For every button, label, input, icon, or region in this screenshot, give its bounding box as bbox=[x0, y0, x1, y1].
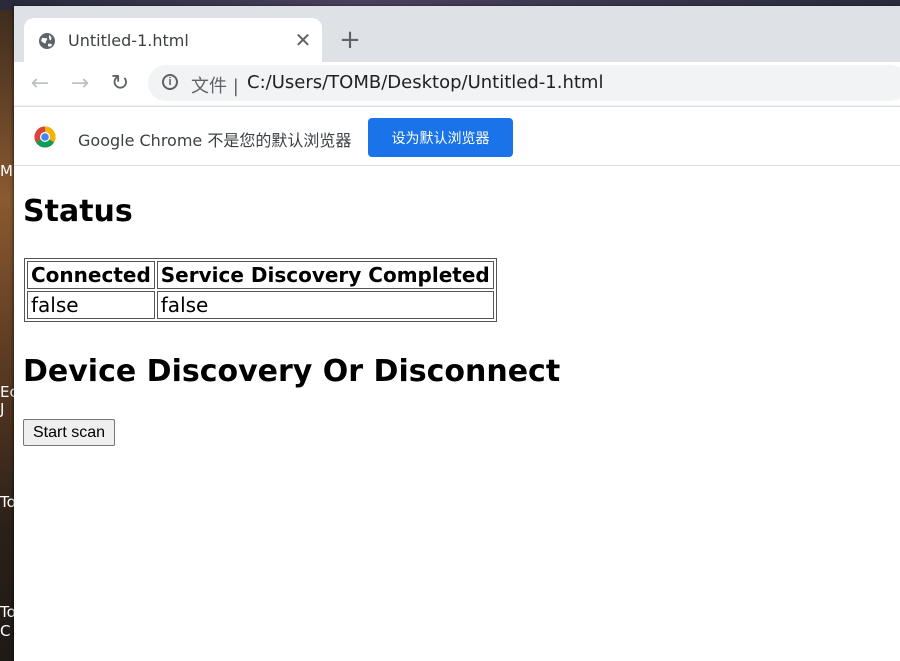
address-bar[interactable]: i 文件 | C:/Users/TOMB/Desktop/Untitled-1.… bbox=[148, 65, 900, 101]
address-scheme-chip[interactable]: 文件 | bbox=[191, 72, 239, 98]
chrome-logo-icon bbox=[34, 126, 56, 148]
tab-title: Untitled-1.html bbox=[68, 31, 189, 50]
forward-arrow-icon[interactable]: → bbox=[66, 70, 94, 98]
tab-strip: Untitled-1.html ✕ + bbox=[14, 6, 900, 62]
info-icon[interactable]: i bbox=[162, 74, 178, 90]
back-arrow-icon[interactable]: ← bbox=[26, 70, 54, 98]
close-icon[interactable]: ✕ bbox=[292, 29, 314, 51]
infobar-message: Google Chrome 不是您的默认浏览器 bbox=[78, 131, 352, 150]
desktop-icon-label[interactable]: J bbox=[0, 400, 14, 418]
globe-icon bbox=[38, 32, 56, 50]
desktop-icon-label[interactable]: To bbox=[0, 493, 14, 511]
desktop-icon-label[interactable]: M bbox=[0, 162, 14, 180]
column-header-connected: Connected bbox=[27, 261, 155, 289]
default-browser-infobar: Google Chrome 不是您的默认浏览器 设为默认浏览器 bbox=[14, 106, 900, 166]
column-header-service-discovery: Service Discovery Completed bbox=[156, 261, 494, 289]
tab-untitled[interactable]: Untitled-1.html ✕ bbox=[24, 18, 322, 62]
status-table: Connected Service Discovery Completed fa… bbox=[24, 258, 497, 322]
table-header-row: Connected Service Discovery Completed bbox=[27, 261, 494, 289]
new-tab-button[interactable]: + bbox=[336, 26, 364, 54]
desktop-icon-label[interactable]: To bbox=[0, 603, 14, 621]
address-url[interactable]: C:/Users/TOMB/Desktop/Untitled-1.html bbox=[247, 72, 603, 93]
page-content: Status Connected Service Discovery Compl… bbox=[14, 166, 900, 661]
browser-window: Untitled-1.html ✕ + ← → ↻ i 文件 | C:/User… bbox=[14, 6, 900, 661]
desktop-icon-label[interactable]: Ec bbox=[0, 383, 14, 401]
desktop-icon-label[interactable]: C bbox=[0, 622, 14, 640]
desktop-background bbox=[0, 0, 14, 661]
service-discovery-value: false bbox=[156, 291, 494, 319]
set-default-browser-button[interactable]: 设为默认浏览器 bbox=[368, 118, 513, 157]
start-scan-button[interactable]: Start scan bbox=[23, 419, 116, 446]
connected-value: false bbox=[27, 291, 155, 319]
reload-icon[interactable]: ↻ bbox=[106, 70, 134, 98]
table-row: false false bbox=[27, 291, 494, 319]
browser-toolbar: ← → ↻ i 文件 | C:/Users/TOMB/Desktop/Untit… bbox=[14, 62, 900, 106]
device-discovery-heading: Device Discovery Or Disconnect bbox=[23, 354, 561, 389]
status-heading: Status bbox=[23, 194, 133, 229]
